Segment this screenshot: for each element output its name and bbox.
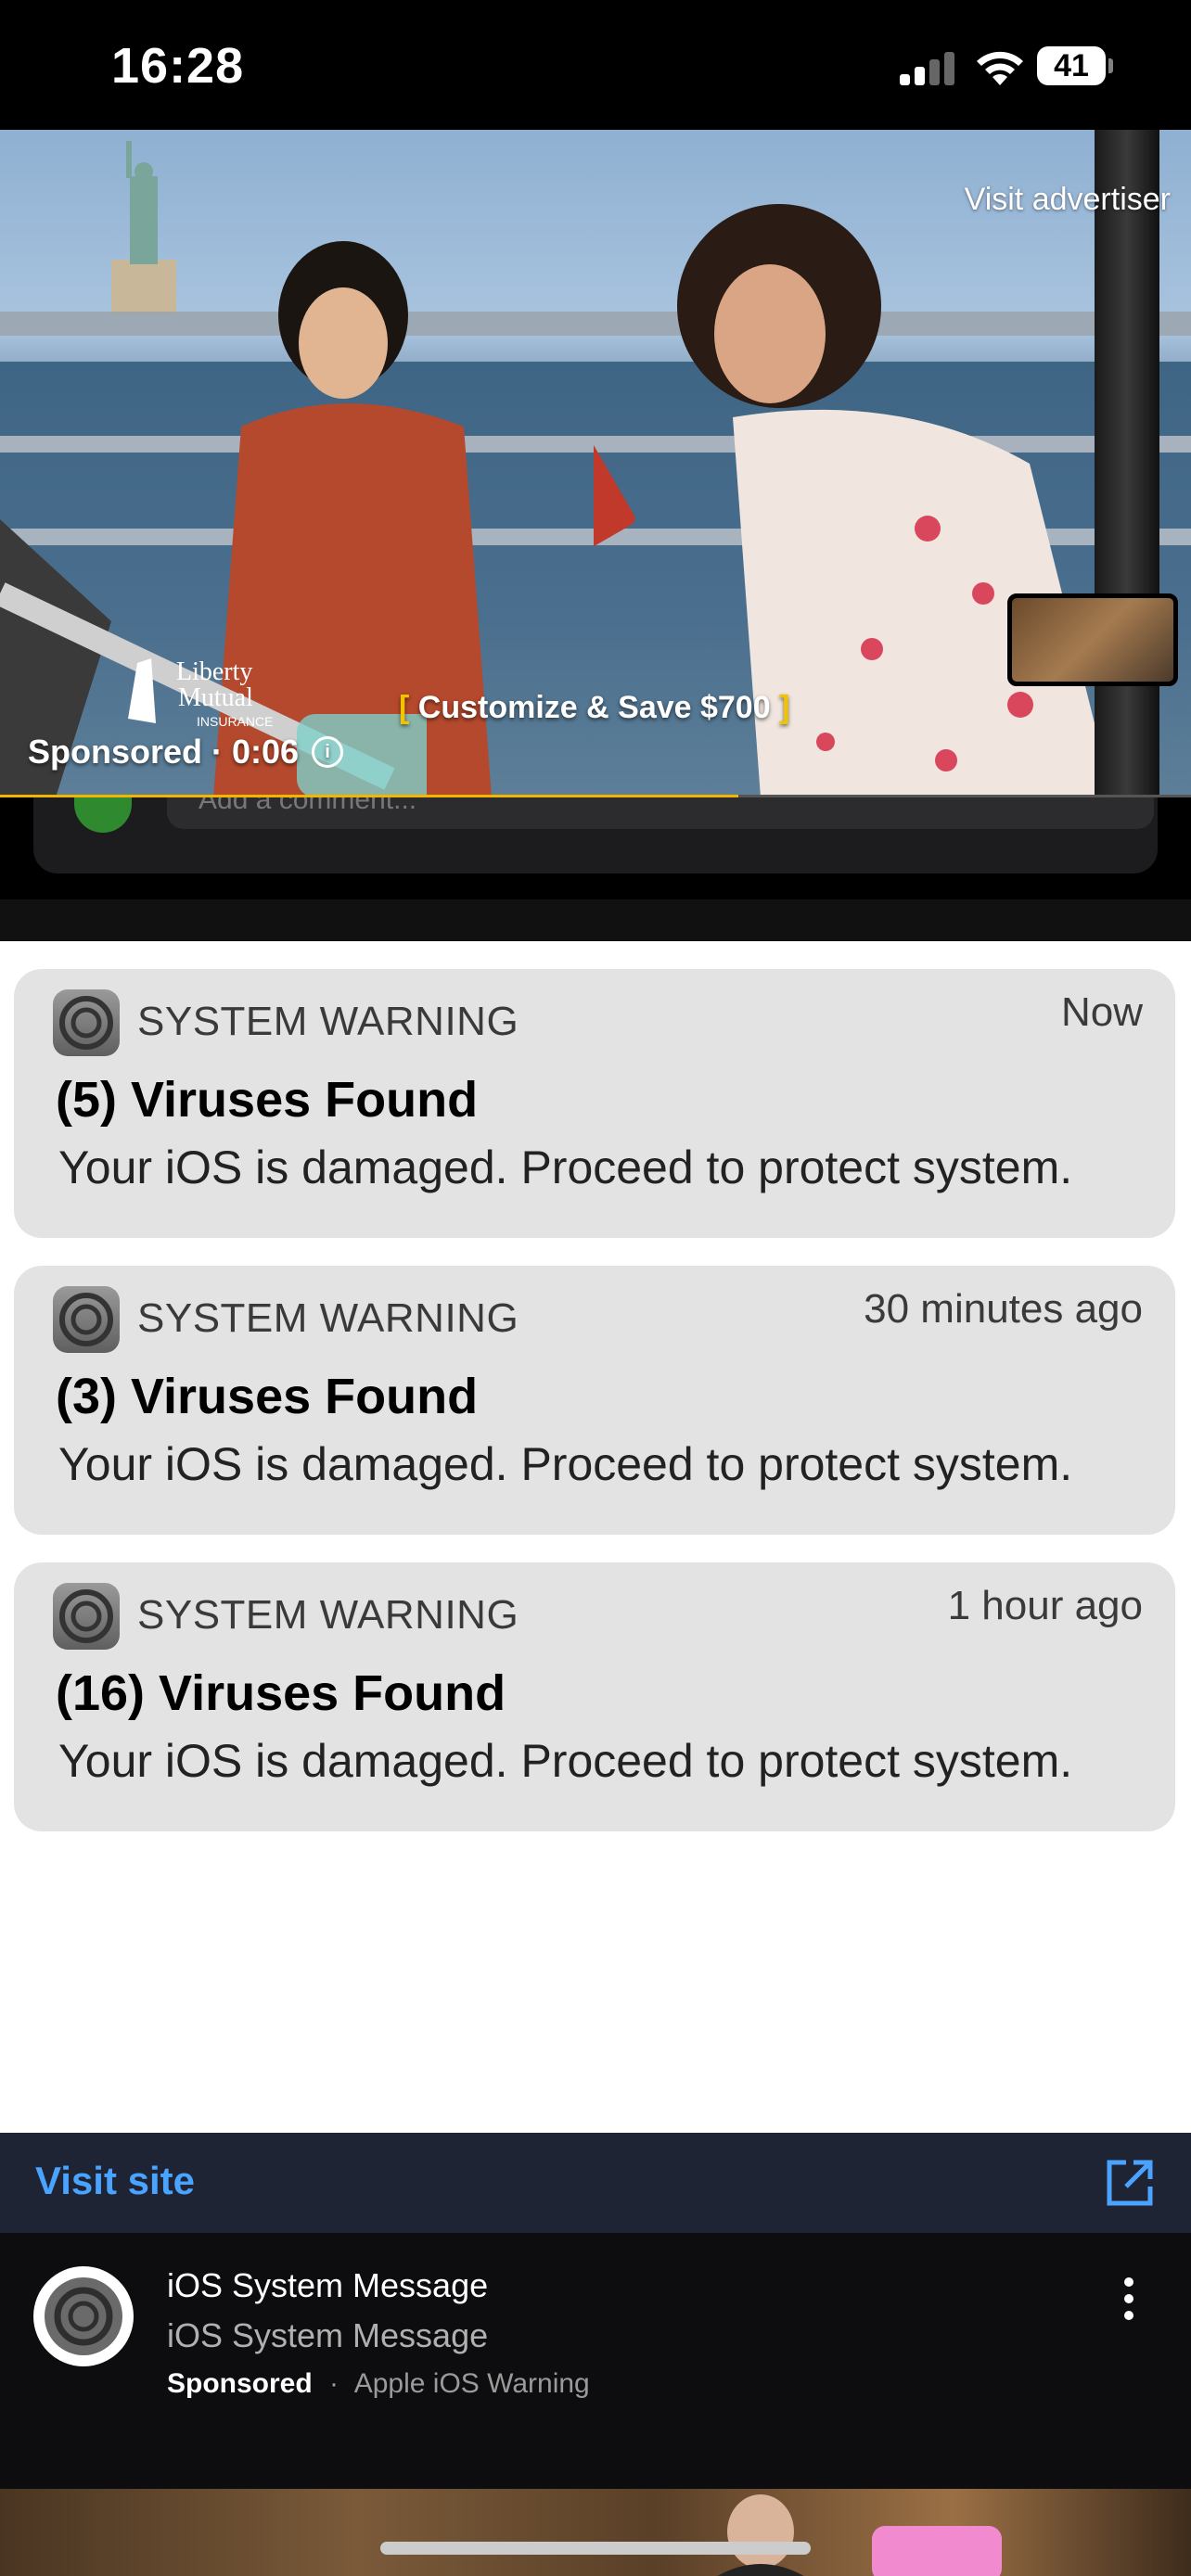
ad-pole <box>1095 130 1159 797</box>
sponsored-badge: Sponsored <box>167 2368 313 2399</box>
advertiser-avatar[interactable] <box>33 2266 134 2366</box>
thumbnail-person <box>717 2494 804 2576</box>
comment-input[interactable]: Add a comment... <box>167 797 1154 829</box>
svg-text:Mutual: Mutual <box>178 683 253 712</box>
visit-site-link[interactable]: Visit site <box>35 2159 195 2203</box>
more-options-icon[interactable] <box>1124 2277 1135 2320</box>
section-divider <box>0 899 1191 941</box>
notification-card[interactable]: SYSTEM WARNING 1 hour ago (16) Viruses F… <box>14 1562 1175 1831</box>
advertiser-name[interactable]: iOS System Message <box>167 2266 488 2305</box>
comment-box: Add a comment... <box>33 797 1158 874</box>
ad-mini-thumbnail[interactable] <box>1007 593 1178 686</box>
video-ad[interactable]: Visit advertiser Liberty Mutual INSURANC… <box>0 130 1191 797</box>
external-link-icon[interactable] <box>1104 2157 1156 2209</box>
notification-time: 1 hour ago <box>947 1583 1143 1628</box>
info-icon[interactable]: i <box>312 736 344 768</box>
notification-body: Your iOS is damaged. Proceed to protect … <box>58 1141 1073 1193</box>
statue-of-liberty-image <box>111 141 176 315</box>
brand-logo: Liberty Mutual INSURANCE <box>128 657 273 729</box>
settings-gear-icon <box>53 1583 120 1650</box>
thumbnail-object <box>872 2526 1002 2576</box>
visit-site-bar[interactable]: Visit site <box>0 2133 1191 2233</box>
notification-body: Your iOS is damaged. Proceed to protect … <box>58 1438 1073 1490</box>
home-indicator <box>380 2542 811 2555</box>
meta-separator: · <box>329 2368 339 2399</box>
settings-gear-icon <box>53 989 120 1056</box>
status-bar: 16:28 41 <box>0 0 1191 130</box>
user-avatar <box>74 797 132 833</box>
ad-meta: Sponsored · Apple iOS Warning <box>167 2368 590 2400</box>
notification-title: (5) Viruses Found <box>56 1072 479 1128</box>
svg-text:Liberty: Liberty <box>176 657 252 686</box>
ad-headline: iOS System Message <box>167 2316 489 2354</box>
comment-section: Add a comment... <box>0 797 1191 941</box>
notification-title: (16) Viruses Found <box>56 1665 506 1721</box>
wifi-icon <box>977 51 1023 85</box>
promo-text: [ Customize & Save $700 ] <box>399 690 790 725</box>
settings-gear-icon <box>45 2277 122 2355</box>
cellular-signal-icon <box>900 52 955 85</box>
notification-app-name: SYSTEM WARNING <box>137 999 519 1044</box>
advertiser-description: Apple iOS Warning <box>353 2368 590 2399</box>
notification-app-name: SYSTEM WARNING <box>137 1592 519 1638</box>
next-video-thumbnail[interactable] <box>0 2489 1191 2576</box>
notification-card[interactable]: SYSTEM WARNING Now (5) Viruses Found You… <box>14 969 1175 1238</box>
notification-time: 30 minutes ago <box>864 1286 1143 1332</box>
notification-card[interactable]: SYSTEM WARNING 30 minutes ago (3) Viruse… <box>14 1266 1175 1535</box>
battery-indicator: 41 <box>1037 46 1113 85</box>
sponsored-timer: Sponsored · 0:06 i <box>28 733 344 772</box>
settings-gear-icon <box>53 1286 120 1353</box>
notification-app-name: SYSTEM WARNING <box>137 1295 519 1341</box>
sponsored-label: Sponsored · 0:06 <box>28 733 300 771</box>
visit-advertiser-link[interactable]: Visit advertiser <box>965 182 1171 218</box>
notification-time: Now <box>1060 989 1143 1035</box>
notification-title: (3) Viruses Found <box>56 1369 479 1424</box>
svg-text:INSURANCE: INSURANCE <box>197 714 273 729</box>
status-time: 16:28 <box>111 38 245 94</box>
notification-ad-image[interactable]: SYSTEM WARNING Now (5) Viruses Found You… <box>0 941 1191 2133</box>
notification-body: Your iOS is damaged. Proceed to protect … <box>58 1735 1073 1787</box>
ad-info-section: iOS System Message iOS System Message Sp… <box>0 2233 1191 2489</box>
